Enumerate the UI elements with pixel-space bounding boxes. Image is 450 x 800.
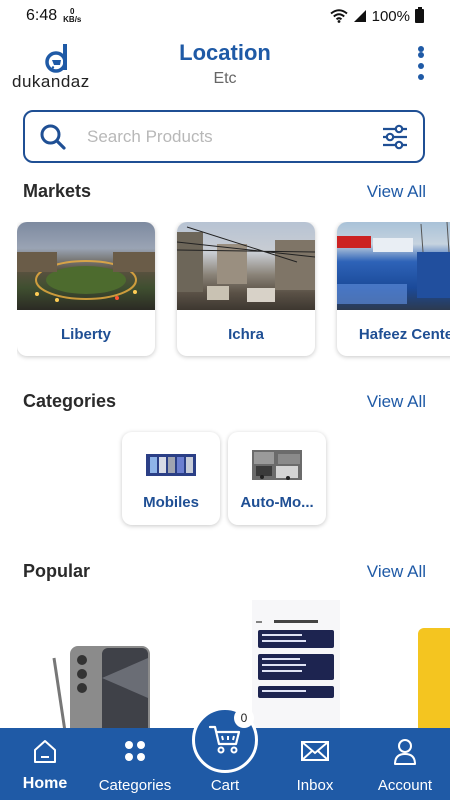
market-label: Ichra <box>228 326 264 343</box>
network-speed: 0 KB/s <box>63 8 81 24</box>
category-label: Auto-Mo... <box>240 494 314 511</box>
market-label: Hafeez Cente <box>358 326 450 343</box>
category-label: Mobiles <box>143 494 199 511</box>
envelope-icon <box>301 741 329 761</box>
status-time: 6:48 <box>26 7 58 24</box>
search-input[interactable] <box>87 126 381 147</box>
location-subtitle[interactable]: Etc <box>0 70 450 88</box>
nav-inbox-label: Inbox <box>296 777 334 794</box>
markets-title: Markets <box>23 181 92 201</box>
wifi-icon <box>329 9 348 23</box>
grid-icon <box>125 741 145 761</box>
category-card-auto-mobiles[interactable]: Auto-Mo... <box>228 432 326 525</box>
popular-title: Popular <box>23 561 91 581</box>
market-card-ichra[interactable]: Ichra <box>177 222 315 356</box>
cart-count-badge: 0 <box>234 708 254 728</box>
notification-dot <box>418 46 424 52</box>
popular-header: Popular View All <box>23 561 426 582</box>
signal-icon <box>353 10 366 22</box>
market-card-hafeez-centre[interactable]: Hafeez Cente <box>337 222 450 356</box>
menu-dot <box>418 74 424 80</box>
nav-inbox[interactable]: Inbox <box>270 728 360 800</box>
nav-home[interactable]: Home <box>0 728 90 800</box>
user-icon <box>394 739 416 765</box>
market-image <box>17 222 155 310</box>
popular-product-account-image[interactable] <box>252 600 340 728</box>
market-card-liberty[interactable]: Liberty <box>17 222 155 356</box>
filter-icon[interactable] <box>381 124 409 150</box>
network-speed-unit: KB/s <box>63 15 82 24</box>
battery-percent: 100% <box>371 7 410 25</box>
home-icon <box>34 740 56 763</box>
nav-account[interactable]: Account <box>360 728 450 800</box>
menu-dot <box>418 52 424 58</box>
cart-icon <box>208 725 241 754</box>
status-bar: 6:48 0 KB/s 100% <box>0 0 450 32</box>
market-image <box>177 222 315 310</box>
categories-title: Categories <box>23 391 117 411</box>
nav-categories[interactable]: Categories <box>90 728 180 800</box>
popular-product-phone-image[interactable] <box>40 638 158 728</box>
overflow-menu-button[interactable] <box>414 46 430 88</box>
nav-home-label: Home <box>22 775 68 792</box>
categories-row: Mobiles Auto-Mo... <box>122 432 326 525</box>
menu-dot <box>418 63 424 69</box>
search-icon[interactable] <box>39 123 67 151</box>
search-bar[interactable] <box>23 110 425 163</box>
nav-cart-label: Cart <box>210 777 240 794</box>
markets-header: Markets View All <box>23 181 426 202</box>
nav-categories-label: Categories <box>98 777 172 794</box>
location-title[interactable]: Location <box>0 40 450 66</box>
categories-view-all-link[interactable]: View All <box>367 392 426 412</box>
markets-carousel[interactable]: Liberty Ichra Hafeez Cente <box>17 222 450 362</box>
popular-view-all-link[interactable]: View All <box>367 562 426 582</box>
battery-icon <box>415 7 424 23</box>
nav-account-label: Account <box>377 777 433 794</box>
popular-product-image[interactable] <box>418 628 450 728</box>
markets-view-all-link[interactable]: View All <box>367 182 426 202</box>
mobiles-image <box>146 454 196 476</box>
market-image <box>337 222 450 310</box>
app-header: dukandaz Location Etc <box>0 32 450 100</box>
category-card-mobiles[interactable]: Mobiles <box>122 432 220 525</box>
market-label: Liberty <box>60 326 111 343</box>
categories-header: Categories View All <box>23 391 426 412</box>
auto-mobiles-image <box>252 450 302 480</box>
